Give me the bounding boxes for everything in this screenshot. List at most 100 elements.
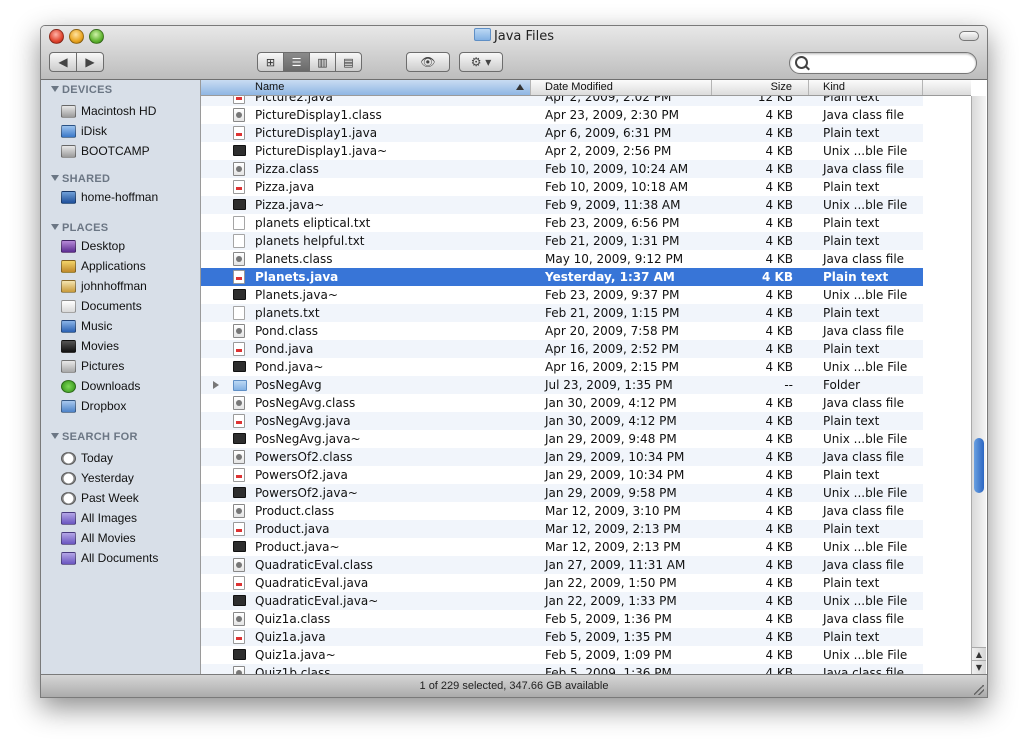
display-icon — [61, 190, 76, 204]
file-row[interactable]: PosNegAvg Jul 23, 2009, 1:35 PM -- Folder — [201, 376, 923, 394]
sidebar-item-past-week[interactable]: Past Week — [61, 489, 139, 507]
file-row[interactable]: Pond.java Apr 16, 2009, 2:52 PM 4 KB Plain … — [201, 340, 923, 358]
sidebar-item-all-movies[interactable]: All Movies — [61, 529, 136, 547]
resize-grip-icon[interactable] — [974, 685, 984, 695]
search-input[interactable] — [812, 55, 972, 73]
back-button[interactable]: ◀ — [49, 52, 77, 72]
quicklook-button[interactable]: 👁 — [406, 52, 450, 72]
sidebar-item-bootcamp[interactable]: BOOTCAMP — [61, 142, 150, 160]
disclosure-triangle-icon[interactable] — [51, 224, 59, 230]
file-row[interactable]: Product.java~ Mar 12, 2009, 2:13 PM 4 KB Un… — [201, 538, 923, 556]
sidebar-item-desktop[interactable]: Desktop — [61, 237, 125, 255]
file-row[interactable]: Pond.java~ Apr 16, 2009, 2:15 PM 4 KB Unix … — [201, 358, 923, 376]
file-row[interactable]: Product.class Mar 12, 2009, 3:10 PM 4 KB Ja… — [201, 502, 923, 520]
file-name: PictureDisplay1.java~ — [255, 144, 388, 158]
name-column-header[interactable]: Name — [201, 80, 531, 95]
file-row[interactable]: planets eliptical.txt Feb 23, 2009, 6:56 … — [201, 214, 923, 232]
sidebar-section-header[interactable]: SHARED — [51, 173, 110, 185]
file-name: Pond.class — [255, 324, 318, 338]
file-size: 4 KB — [765, 666, 793, 674]
list-view-icon: ☰ — [291, 55, 302, 69]
sidebar-item-label: johnhoffman — [81, 279, 147, 293]
toolbar-toggle-button[interactable] — [959, 31, 979, 41]
sidebar-section-header[interactable]: SEARCH FOR — [51, 431, 138, 443]
sidebar-item-all-images[interactable]: All Images — [61, 509, 137, 527]
sidebar-item-pictures[interactable]: Pictures — [61, 357, 124, 375]
file-row[interactable]: Quiz1b.class Feb 5, 2009, 1:36 PM 4 KB Java… — [201, 664, 923, 674]
forward-button[interactable]: ▶ — [76, 52, 104, 72]
disclosure-triangle-icon[interactable] — [51, 175, 59, 181]
sidebar-item-yesterday[interactable]: Yesterday — [61, 469, 134, 487]
sidebar-item-dropbox[interactable]: Dropbox — [61, 397, 126, 415]
file-row[interactable]: Product.java Mar 12, 2009, 2:13 PM 4 KB Pla… — [201, 520, 923, 538]
file-row[interactable]: QuadraticEval.class Jan 27, 2009, 11:31 A… — [201, 556, 923, 574]
file-row[interactable]: PictureDisplay1.java Apr 6, 2009, 6:31 PM… — [201, 124, 923, 142]
scroll-down-arrow[interactable]: ▼ — [972, 660, 986, 674]
file-row[interactable]: Pizza.java Feb 10, 2009, 10:18 AM 4 KB Plai… — [201, 178, 923, 196]
list-view-button[interactable]: ☰ — [283, 52, 310, 72]
scrollbar-thumb[interactable] — [974, 438, 984, 493]
sidebar-item-all-documents[interactable]: All Documents — [61, 549, 158, 567]
file-size: 4 KB — [765, 468, 793, 482]
applications-icon — [61, 259, 76, 273]
file-row[interactable]: Quiz1a.class Feb 5, 2009, 1:36 PM 4 KB Java… — [201, 610, 923, 628]
file-row[interactable]: Quiz1a.java Feb 5, 2009, 1:35 PM 4 KB Plain… — [201, 628, 923, 646]
file-row[interactable]: QuadraticEval.java Jan 22, 2009, 1:50 PM 4… — [201, 574, 923, 592]
sidebar-item-johnhoffman[interactable]: johnhoffman — [61, 277, 147, 295]
sidebar-item-today[interactable]: Today — [61, 449, 113, 467]
file-row[interactable]: planets.txt Feb 21, 2009, 1:15 PM 4 KB Plai… — [201, 304, 923, 322]
action-menu-button[interactable]: ⚙ ▾ — [459, 52, 503, 72]
sidebar-section-header[interactable]: DEVICES — [51, 84, 112, 96]
file-size: 4 KB — [765, 108, 793, 122]
file-row[interactable]: QuadraticEval.java~ Jan 22, 2009, 1:33 PM… — [201, 592, 923, 610]
file-row[interactable]: Pond.class Apr 20, 2009, 7:58 PM 4 KB Java … — [201, 322, 923, 340]
search-field[interactable] — [789, 52, 977, 74]
file-row[interactable]: Picture2.java Apr 2, 2009, 2:02 PM 12 KB Pl… — [201, 96, 923, 106]
sidebar-item-label: Past Week — [81, 491, 139, 505]
sidebar-item-downloads[interactable]: Downloads — [61, 377, 140, 395]
icon-view-button[interactable]: ⊞ — [257, 52, 284, 72]
sidebar-item-macintosh-hd[interactable]: Macintosh HD — [61, 102, 156, 120]
sidebar-item-applications[interactable]: Applications — [61, 257, 146, 275]
sidebar-item-idisk[interactable]: iDisk — [61, 122, 107, 140]
file-row[interactable]: PowersOf2.java~ Jan 29, 2009, 9:58 PM 4 KB… — [201, 484, 923, 502]
file-name: PictureDisplay1.class — [255, 108, 382, 122]
disclosure-triangle-icon[interactable] — [51, 86, 59, 92]
title-bar[interactable]: Java Files ◀ ▶ ⊞ ☰ ▥ ▤ 👁 ⚙ ▾ — [41, 26, 987, 80]
file-row[interactable]: PowersOf2.java Jan 29, 2009, 10:34 PM 4 KB… — [201, 466, 923, 484]
file-name: Product.class — [255, 504, 335, 518]
coverflow-view-button[interactable]: ▤ — [335, 52, 362, 72]
file-row[interactable]: Planets.class May 10, 2009, 9:12 PM 4 KB Ja… — [201, 250, 923, 268]
kind-column-header[interactable]: Kind — [809, 80, 923, 95]
file-row[interactable]: PictureDisplay1.java~ Apr 2, 2009, 2:56 P… — [201, 142, 923, 160]
file-row[interactable]: Quiz1a.java~ Feb 5, 2009, 1:09 PM 4 KB Unix… — [201, 646, 923, 664]
movies-icon — [61, 339, 76, 353]
file-list[interactable]: Picture2.java Apr 2, 2009, 2:02 PM 12 KB Pl… — [201, 96, 971, 674]
scroll-up-arrow[interactable]: ▲ — [972, 647, 986, 661]
file-row[interactable]: PosNegAvg.java~ Jan 29, 2009, 9:48 PM 4 KB… — [201, 430, 923, 448]
class-file-icon — [233, 324, 245, 338]
file-row[interactable]: PosNegAvg.java Jan 30, 2009, 4:12 PM 4 KB P… — [201, 412, 923, 430]
sidebar-item-label: BOOTCAMP — [81, 144, 150, 158]
sidebar-section-header[interactable]: PLACES — [51, 222, 108, 234]
column-view-button[interactable]: ▥ — [309, 52, 336, 72]
file-date-modified: Apr 2, 2009, 2:02 PM — [545, 96, 672, 104]
size-column-header[interactable]: Size — [712, 80, 809, 95]
vertical-scrollbar[interactable]: ▲ ▼ — [971, 96, 986, 674]
sidebar-item-documents[interactable]: Documents — [61, 297, 142, 315]
disclosure-triangle-icon[interactable] — [213, 381, 219, 389]
file-row[interactable]: Planets.java~ Feb 23, 2009, 9:37 PM 4 KB Un… — [201, 286, 923, 304]
harddisk-icon — [61, 104, 76, 118]
file-row[interactable]: PowersOf2.class Jan 29, 2009, 10:34 PM 4 K… — [201, 448, 923, 466]
file-row[interactable]: planets helpful.txt Feb 21, 2009, 1:31 PM… — [201, 232, 923, 250]
disclosure-triangle-icon[interactable] — [51, 433, 59, 439]
file-row[interactable]: Pizza.java~ Feb 9, 2009, 11:38 AM 4 KB Unix… — [201, 196, 923, 214]
date-column-header[interactable]: Date Modified — [531, 80, 712, 95]
file-row[interactable]: PictureDisplay1.class Apr 23, 2009, 2:30 … — [201, 106, 923, 124]
file-row[interactable]: PosNegAvg.class Jan 30, 2009, 4:12 PM 4 KB… — [201, 394, 923, 412]
file-row[interactable]: Planets.java Yesterday, 1:37 AM 4 KB Plain … — [201, 268, 923, 286]
sidebar-item-movies[interactable]: Movies — [61, 337, 119, 355]
sidebar-item-music[interactable]: Music — [61, 317, 112, 335]
file-row[interactable]: Pizza.class Feb 10, 2009, 10:24 AM 4 KB Jav… — [201, 160, 923, 178]
sidebar-item-home-hoffman[interactable]: home-hoffman — [61, 188, 158, 206]
